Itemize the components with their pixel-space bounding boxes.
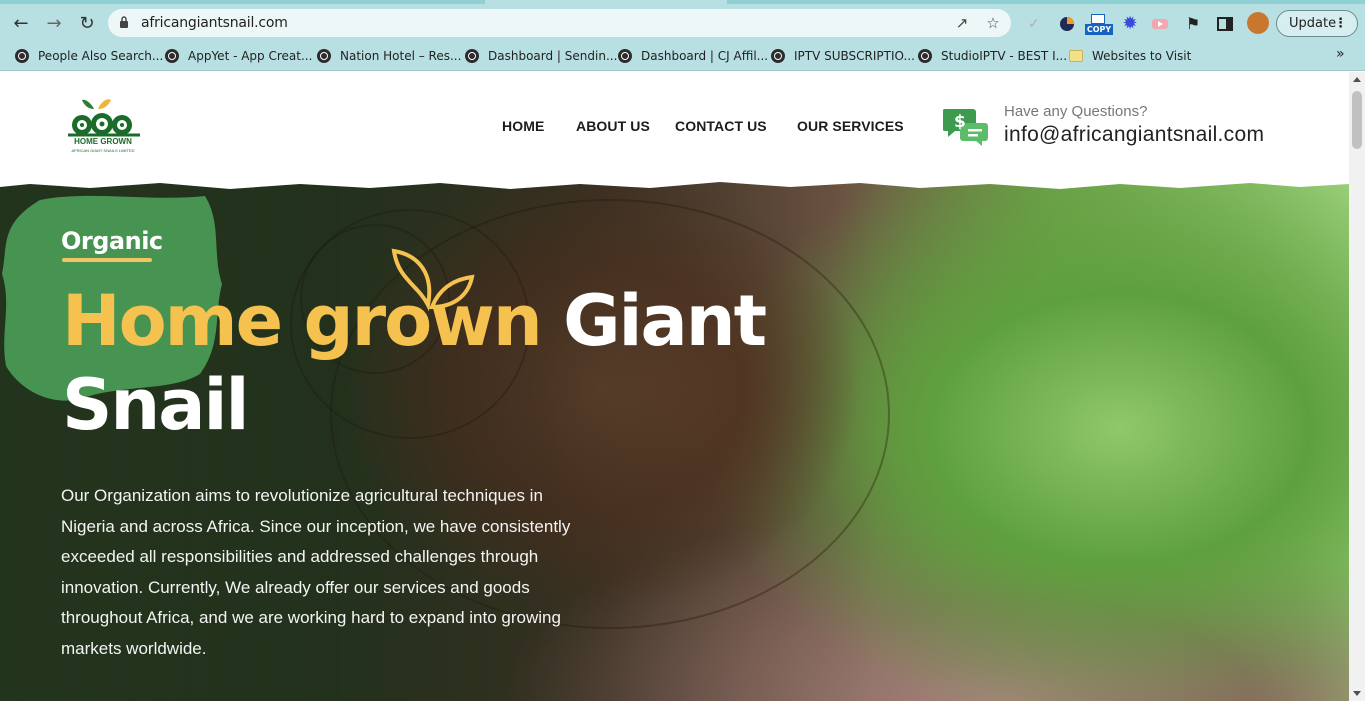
bookmark-label: IPTV SUBSCRIPTIO...: [794, 49, 915, 63]
gear-extension-icon[interactable]: ✹: [1120, 14, 1140, 34]
page-scrollbar[interactable]: [1349, 72, 1365, 701]
scroll-up-icon[interactable]: [1353, 77, 1361, 82]
side-panel-icon[interactable]: [1215, 14, 1235, 34]
browser-toolbar: ← → ↻ africangiantsnail.com ↗ ☆ ✓ COPY ✹…: [0, 6, 1365, 41]
bookmark-star-icon[interactable]: ☆: [983, 13, 1003, 33]
tag-underline: [62, 258, 152, 262]
snail-logo-icon: [68, 99, 140, 137]
back-arrow-icon[interactable]: ←: [8, 11, 34, 35]
check-extension-icon[interactable]: ✓: [1024, 14, 1044, 34]
lock-icon: [120, 16, 128, 28]
bookmark-item[interactable]: Nation Hotel – Res...: [317, 47, 461, 65]
url-text: africangiantsnail.com: [141, 15, 288, 31]
bookmarks-bar: People Also Search... AppYet - App Creat…: [0, 41, 1365, 71]
bookmark-label: AppYet - App Creat...: [188, 49, 313, 63]
copy-label: COPY: [1085, 24, 1113, 35]
forward-arrow-icon[interactable]: →: [41, 11, 67, 35]
scrollbar-thumb[interactable]: [1352, 91, 1362, 149]
globe-icon: [918, 49, 932, 63]
update-label: Update: [1289, 16, 1337, 31]
logo-title: HOME GROWN: [74, 137, 132, 146]
globe-icon: [15, 49, 29, 63]
globe-icon: [771, 49, 785, 63]
web-page: HOME GROWN AFRICAN GIANT SNAILS LIMITED …: [0, 72, 1349, 701]
bookmark-folder[interactable]: Websites to Visit: [1069, 47, 1191, 65]
svg-text:$: $: [954, 112, 966, 132]
bookmark-label: StudioIPTV - BEST I...: [941, 49, 1068, 63]
headline-white: Giant: [563, 280, 767, 362]
color-extension-icon[interactable]: [1057, 14, 1077, 34]
nav-contact-us[interactable]: CONTACT US: [675, 118, 767, 134]
globe-icon: [465, 49, 479, 63]
bookmark-label: Websites to Visit: [1092, 49, 1192, 63]
bookmark-label: People Also Search...: [38, 49, 164, 63]
bookmark-item[interactable]: People Also Search...: [15, 47, 163, 65]
update-button[interactable]: Update ⋮: [1276, 10, 1358, 37]
bookmark-label: Dashboard | CJ Affil...: [641, 49, 769, 63]
headline-gold: Home grown: [62, 280, 543, 362]
scroll-down-icon[interactable]: [1353, 691, 1361, 696]
bookmark-label: Dashboard | Sendin...: [488, 49, 618, 63]
bookmark-item[interactable]: AppYet - App Creat...: [165, 47, 312, 65]
more-bookmarks-icon[interactable]: »: [1336, 46, 1345, 62]
contact-question: Have any Questions?: [1004, 103, 1148, 120]
headline-white-line2: Snail: [62, 364, 249, 446]
site-header: HOME GROWN AFRICAN GIANT SNAILS LIMITED …: [0, 72, 1349, 184]
globe-icon: [618, 49, 632, 63]
profile-avatar[interactable]: [1247, 12, 1269, 34]
bookmark-item[interactable]: IPTV SUBSCRIPTIO...: [771, 47, 915, 65]
hero-banner: Organic Home grown Giant Snail Our Organ…: [0, 179, 1349, 701]
copy-extension-icon[interactable]: COPY: [1085, 14, 1113, 35]
puzzle-extensions-icon[interactable]: ⚑: [1183, 14, 1203, 34]
address-bar[interactable]: africangiantsnail.com ↗ ☆: [108, 9, 1011, 37]
video-extension-icon[interactable]: [1150, 14, 1170, 34]
nav-about-us[interactable]: ABOUT US: [576, 118, 650, 134]
contact-email-link[interactable]: info@africangiantsnail.com: [1004, 123, 1264, 147]
hero-headline: Home grown Giant Snail: [62, 279, 767, 447]
reload-icon[interactable]: ↻: [74, 11, 100, 35]
globe-icon: [317, 49, 331, 63]
tab-edge: [0, 0, 485, 4]
bookmark-item[interactable]: Dashboard | Sendin...: [465, 47, 617, 65]
logo-subtitle: AFRICAN GIANT SNAILS LIMITED: [71, 148, 135, 153]
tab-edge: [727, 0, 1365, 4]
site-logo[interactable]: HOME GROWN AFRICAN GIANT SNAILS LIMITED: [64, 97, 144, 155]
bookmark-label: Nation Hotel – Res...: [340, 49, 462, 63]
globe-icon: [165, 49, 179, 63]
folder-icon: [1069, 50, 1083, 62]
torn-edge-divider: [0, 179, 1349, 189]
menu-kebab-icon[interactable]: ⋮: [1334, 11, 1347, 36]
hero-tag: Organic: [61, 227, 163, 255]
nav-home[interactable]: HOME: [502, 118, 544, 134]
nav-our-services[interactable]: OUR SERVICES: [797, 118, 904, 134]
bookmark-item[interactable]: Dashboard | CJ Affil...: [618, 47, 768, 65]
share-icon[interactable]: ↗: [952, 13, 972, 33]
bookmark-item[interactable]: StudioIPTV - BEST I...: [918, 47, 1067, 65]
hero-description: Our Organization aims to revolutionize a…: [61, 486, 571, 658]
chat-dollar-icon: $: [943, 109, 988, 146]
